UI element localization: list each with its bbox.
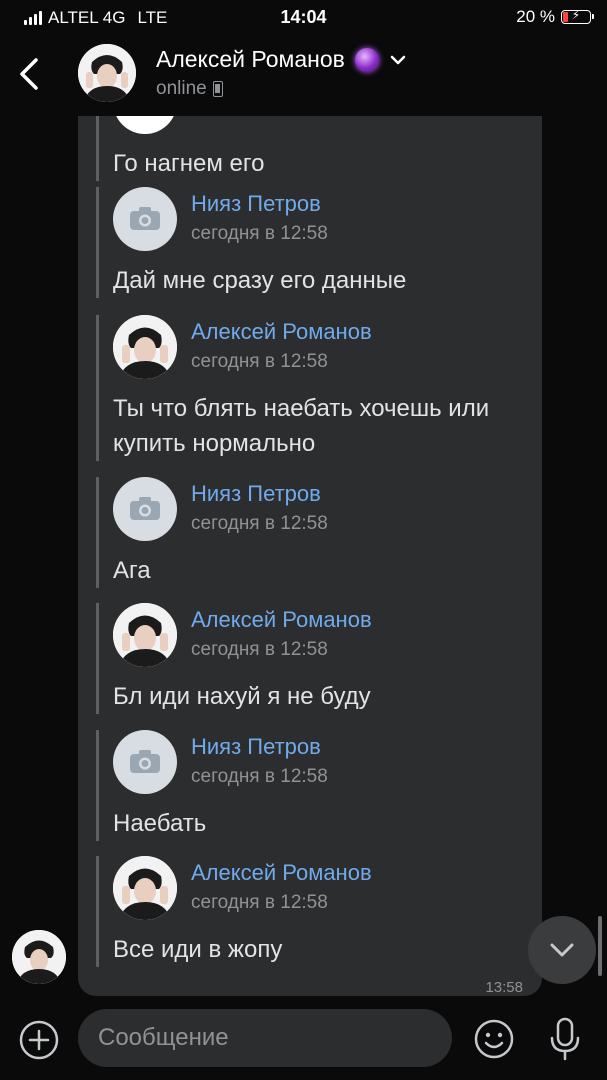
message-date: сегодня в 12:58 <box>191 639 328 660</box>
scrollbar[interactable] <box>598 916 602 976</box>
message-text: Го нагнем его <box>113 150 265 177</box>
battery-icon: ⚡ <box>561 8 594 24</box>
author-name[interactable]: Алексей Романов <box>191 607 372 633</box>
message-date: сегодня в 12:58 <box>191 892 328 913</box>
message-date: сегодня в 12:58 <box>191 351 328 372</box>
forwarded-message: Нияз Петров сегодня в 12:58 Дай мне сраз… <box>96 187 526 298</box>
microphone-icon[interactable] <box>548 1016 582 1062</box>
contact-name[interactable]: Алексей Романов <box>156 46 345 73</box>
message-input[interactable] <box>78 1009 452 1067</box>
crystal-ball-icon <box>354 47 379 72</box>
forwarded-message: Алексей Романов сегодня в 12:58 Бл иди н… <box>96 603 526 714</box>
message-composer <box>0 1006 607 1080</box>
message-timestamp: 13:58 <box>485 979 523 996</box>
status-bar: ALTEL 4G LTE 14:04 20 % ⚡ <box>0 0 607 34</box>
author-avatar <box>113 477 177 541</box>
scroll-down-button[interactable] <box>528 916 596 984</box>
author-name[interactable]: Нияз Петров <box>191 734 321 760</box>
message-date: сегодня в 12:58 <box>191 766 328 787</box>
forwarded-message: Го нагнем его <box>96 116 526 181</box>
forwarded-message: Нияз Петров сегодня в 12:58 Наебать <box>96 730 526 841</box>
emoji-icon[interactable] <box>473 1018 515 1060</box>
contact-avatar[interactable] <box>78 44 136 102</box>
contact-name-row[interactable]: Алексей Романов <box>156 46 407 73</box>
mobile-icon <box>212 81 223 97</box>
message-date: сегодня в 12:58 <box>191 513 328 534</box>
author-name[interactable]: Алексей Романов <box>191 319 372 345</box>
online-status: online <box>156 78 223 100</box>
author-avatar <box>113 730 177 794</box>
message-date: сегодня в 12:58 <box>191 223 328 244</box>
author-avatar <box>113 856 177 920</box>
forwarded-message: Нияз Петров сегодня в 12:58 Ага <box>96 477 526 588</box>
message-text: Дай мне сразу его данные <box>113 267 407 294</box>
camera-icon <box>130 497 160 520</box>
author-avatar <box>113 116 177 134</box>
author-name[interactable]: Алексей Романов <box>191 860 372 886</box>
message-text: Бл иди нахуй я не буду <box>113 683 371 710</box>
author-avatar <box>113 187 177 251</box>
chevron-down-icon[interactable] <box>389 53 407 67</box>
author-avatar <box>113 315 177 379</box>
camera-icon <box>130 750 160 773</box>
chevron-down-icon <box>550 943 574 957</box>
online-label: online <box>156 78 207 99</box>
add-attachment-icon[interactable] <box>18 1019 60 1061</box>
message-text: Ты что блять наебать хочешь или купить н… <box>113 395 490 457</box>
forwarded-message: Алексей Романов сегодня в 12:58 Все иди … <box>96 856 526 967</box>
battery-percent: 20 % <box>516 7 555 26</box>
sender-avatar[interactable] <box>12 930 66 984</box>
message-text: Ага <box>113 557 151 584</box>
author-avatar <box>113 603 177 667</box>
author-name[interactable]: Нияз Петров <box>191 481 321 507</box>
forwarded-message: Алексей Романов сегодня в 12:58 Ты что б… <box>96 315 526 461</box>
message-text: Все иди в жопу <box>113 936 283 963</box>
back-arrow-icon[interactable] <box>14 54 48 94</box>
message-text: Наебать <box>113 810 207 837</box>
chat-header: Алексей Романов online <box>0 34 607 116</box>
author-name[interactable]: Нияз Петров <box>191 191 321 217</box>
camera-icon <box>130 207 160 230</box>
chat-area[interactable]: Го нагнем его Нияз Петров сегодня в 12:5… <box>0 116 607 1006</box>
